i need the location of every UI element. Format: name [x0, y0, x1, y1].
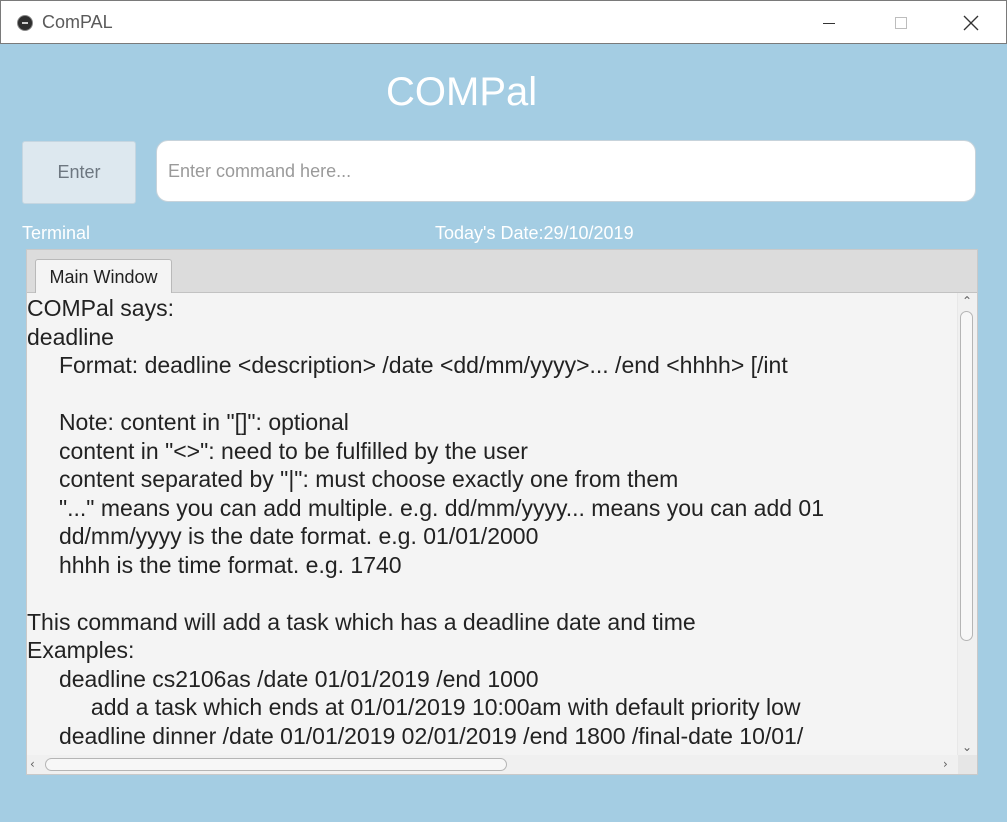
- vertical-scrollbar[interactable]: ⌃ ⌄: [958, 293, 977, 755]
- close-button[interactable]: [948, 7, 994, 39]
- tab-main-window[interactable]: Main Window: [35, 259, 172, 294]
- terminal-label: Terminal: [22, 223, 91, 243]
- horizontal-scrollbar[interactable]: ‹ ›: [27, 755, 958, 774]
- horizontal-scroll-thumb[interactable]: [45, 758, 507, 771]
- compal-app-icon: [17, 15, 33, 31]
- app-title: COMPal: [386, 70, 538, 114]
- command-input[interactable]: [156, 140, 976, 202]
- minimize-icon: [823, 22, 835, 24]
- tab-pane: Main Window COMPal says: deadline Format…: [26, 249, 978, 775]
- window-titlebar: ComPAL: [0, 0, 1007, 44]
- todays-date-label: Today's Date:29/10/2019: [435, 223, 634, 243]
- scroll-right-arrow-icon[interactable]: ›: [943, 758, 948, 770]
- tab-header: Main Window: [27, 250, 977, 294]
- vertical-scroll-thumb[interactable]: [960, 311, 973, 641]
- scroll-corner: [958, 755, 977, 774]
- close-icon: [963, 15, 979, 31]
- terminal-output-area[interactable]: COMPal says: deadline Format: deadline <…: [27, 293, 957, 755]
- maximize-icon: [895, 17, 907, 29]
- terminal-output-text: COMPal says: deadline Format: deadline <…: [27, 295, 825, 755]
- scroll-left-arrow-icon[interactable]: ‹: [30, 758, 35, 770]
- minimize-button[interactable]: [806, 7, 852, 39]
- scroll-up-arrow-icon[interactable]: ⌃: [962, 295, 972, 307]
- scroll-down-arrow-icon[interactable]: ⌄: [962, 741, 972, 753]
- maximize-button[interactable]: [878, 7, 924, 39]
- window-title: ComPAL: [42, 12, 113, 32]
- enter-button[interactable]: Enter: [22, 141, 136, 204]
